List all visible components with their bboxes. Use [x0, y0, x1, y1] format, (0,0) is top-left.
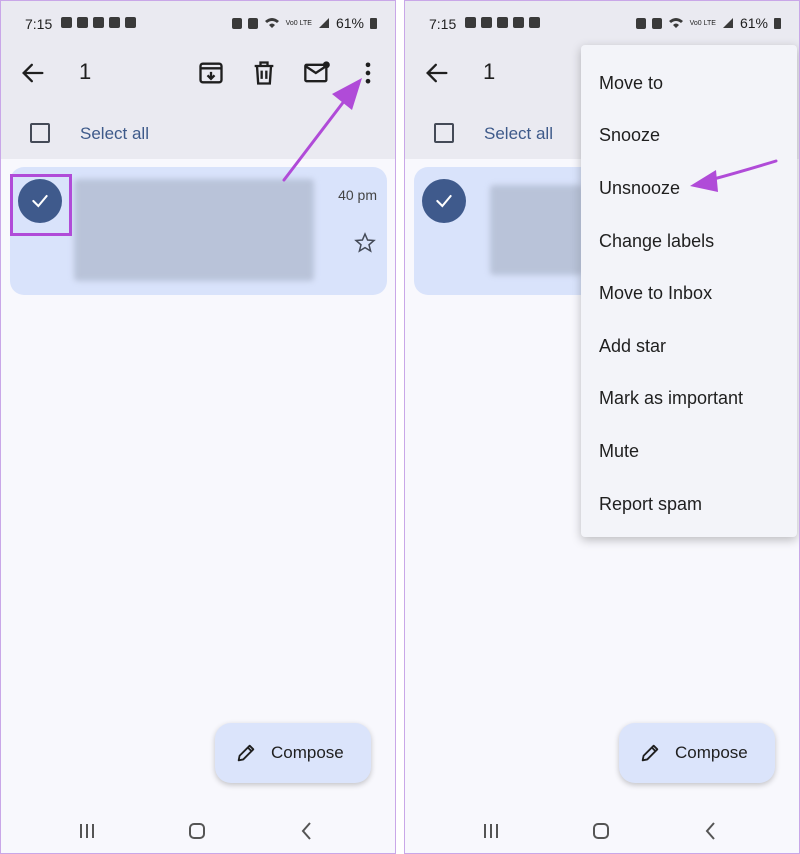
selected-count: 1 [483, 59, 496, 84]
left-screen: 7:15 Vo0 LTE 61% 1 Select all 40 pm Comp… [0, 0, 396, 854]
menu-item-mark-important[interactable]: Mark as important [581, 373, 797, 426]
select-all-row[interactable]: Select all [1, 113, 395, 153]
compose-button[interactable]: Compose [215, 723, 371, 783]
select-all-checkbox[interactable] [434, 123, 454, 143]
compose-label: Compose [675, 743, 748, 762]
gallery-icon [125, 17, 136, 28]
back-arrow-icon[interactable] [423, 59, 451, 87]
compose-button[interactable]: Compose [619, 723, 775, 783]
select-all-label: Select all [484, 124, 553, 143]
signal-icon [318, 18, 329, 28]
gmail-icon [93, 17, 104, 28]
wifi-icon [264, 18, 279, 28]
recents-icon[interactable] [75, 819, 99, 843]
battery-percent: 61% [739, 15, 768, 31]
right-screen: 7:15 Vo0 LTE 61% 1 Select all Compose Mo… [404, 0, 800, 854]
select-all-label: Select all [80, 124, 149, 143]
status-bar: 7:15 Vo0 LTE 61% [405, 1, 799, 47]
highlight-frame [10, 174, 72, 236]
recents-icon[interactable] [479, 819, 503, 843]
blurred-email-content [74, 179, 314, 281]
battery-percent: 61% [335, 15, 364, 31]
status-time: 7:15 [25, 16, 53, 32]
network-label: Vo0 LTE [285, 19, 312, 27]
email-time: 40 pm [338, 187, 377, 203]
gmail-icon [109, 17, 120, 28]
wifi-icon [668, 18, 683, 28]
home-icon[interactable] [589, 819, 613, 843]
check-icon [436, 194, 452, 208]
gmail-icon [513, 17, 524, 28]
archive-icon[interactable] [197, 59, 225, 87]
nav-back-icon[interactable] [699, 819, 723, 843]
network-label: Vo0 LTE [689, 19, 716, 27]
more-options-icon[interactable] [354, 59, 382, 87]
menu-item-report-spam[interactable]: Report spam [581, 478, 797, 531]
menu-item-snooze[interactable]: Snooze [581, 110, 797, 163]
signal-icon [722, 18, 733, 28]
message-icon [465, 17, 476, 28]
message-icon [61, 17, 72, 28]
whatsapp-icon [77, 17, 88, 28]
menu-item-change-labels[interactable]: Change labels [581, 215, 797, 268]
pencil-icon [237, 744, 255, 762]
alarm-icon [247, 17, 258, 29]
gallery-icon [529, 17, 540, 28]
selected-check-avatar[interactable] [422, 179, 466, 223]
menu-item-move-to[interactable]: Move to [581, 57, 797, 110]
battery-icon [370, 17, 377, 29]
selected-count: 1 [79, 59, 92, 84]
compose-label: Compose [271, 743, 344, 762]
menu-item-mute[interactable]: Mute [581, 425, 797, 478]
select-all-checkbox[interactable] [30, 123, 50, 143]
alarm-icon [651, 17, 662, 29]
selection-toolbar: 1 [1, 51, 395, 95]
menu-item-unsnooze[interactable]: Unsnooze [581, 162, 797, 215]
mark-unread-icon[interactable] [303, 59, 331, 87]
nav-back-icon[interactable] [295, 819, 319, 843]
system-nav-bar [1, 807, 395, 853]
system-nav-bar [405, 807, 799, 853]
delete-icon[interactable] [250, 59, 278, 87]
system-status: Vo0 LTE 61% [231, 15, 377, 31]
menu-item-add-star[interactable]: Add star [581, 320, 797, 373]
whatsapp-icon [481, 17, 492, 28]
overflow-menu: Move to Snooze Unsnooze Change labels Mo… [581, 45, 797, 537]
notification-icons [465, 17, 540, 28]
system-status: Vo0 LTE 61% [635, 15, 781, 31]
home-icon[interactable] [185, 819, 209, 843]
notification-icons [61, 17, 136, 28]
battery-icon [774, 17, 781, 29]
pencil-icon [641, 744, 659, 762]
menu-item-move-to-inbox[interactable]: Move to Inbox [581, 267, 797, 320]
status-time: 7:15 [429, 16, 457, 32]
lock-icon [635, 17, 646, 29]
gmail-icon [497, 17, 508, 28]
back-arrow-icon[interactable] [19, 59, 47, 87]
lock-icon [231, 17, 242, 29]
blurred-email-content [490, 185, 582, 275]
star-icon[interactable] [353, 231, 377, 255]
status-bar: 7:15 Vo0 LTE 61% [1, 1, 395, 47]
